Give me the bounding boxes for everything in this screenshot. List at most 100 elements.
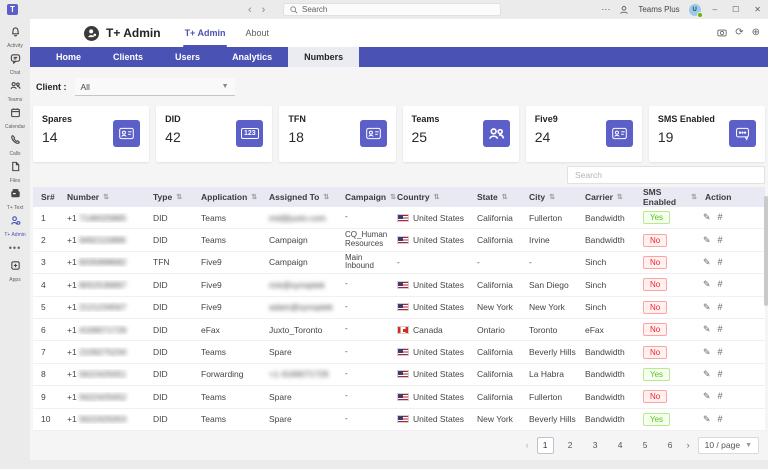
rail-item-t-admin[interactable]: T+ Admin (0, 212, 30, 239)
rail-more-icon[interactable]: ••• (0, 239, 30, 257)
column-header-action[interactable]: Action (697, 192, 735, 202)
nav-tab-home[interactable]: Home (40, 47, 97, 67)
number-settings-icon[interactable]: # (718, 391, 723, 402)
maximize-button[interactable]: ☐ (729, 5, 742, 14)
column-header-application[interactable]: Application ⇅ (193, 192, 261, 202)
rail-item-teams[interactable]: Teams (0, 77, 30, 104)
sms-status-badge: No (643, 323, 667, 336)
sort-icon[interactable]: ⇅ (617, 193, 623, 201)
table-row[interactable]: 5 +1 2121234567 DID Five9 adam@synoptek … (33, 297, 765, 319)
nav-tab-numbers[interactable]: Numbers (288, 47, 359, 67)
minimize-button[interactable]: – (710, 5, 720, 14)
number-settings-icon[interactable]: # (718, 235, 723, 246)
sort-icon[interactable]: ⇅ (502, 193, 508, 201)
edit-icon[interactable]: ✎ (703, 414, 711, 425)
avatar[interactable]: U (689, 4, 701, 16)
app-header: T+ Admin T+ AdminAbout ⟳ ⊕ (30, 19, 768, 47)
edit-icon[interactable]: ✎ (703, 347, 711, 358)
column-header-city[interactable]: City ⇅ (521, 192, 577, 202)
table-row[interactable]: 7 +1 2109275234 DID Teams Spare - United… (33, 341, 765, 363)
idcard-icon (113, 120, 140, 147)
sort-icon[interactable]: ⇅ (251, 193, 257, 201)
page-number-5[interactable]: 5 (637, 437, 654, 454)
rail-item-calls[interactable]: Calls (0, 131, 30, 158)
table-row[interactable]: 8 +1 5622425051 DID Forwarding +1 416907… (33, 364, 765, 386)
column-header-type[interactable]: Type ⇅ (145, 192, 193, 202)
account-icon[interactable] (619, 5, 629, 15)
table-row[interactable]: 1 +1 7146025865 DID Teams md@juxto.com -… (33, 207, 765, 229)
edit-icon[interactable]: ✎ (703, 369, 711, 380)
refresh-icon[interactable]: ⟳ (735, 28, 743, 38)
rail-item-apps[interactable]: Apps (0, 257, 30, 284)
rail-item-calendar[interactable]: Calendar (0, 104, 30, 131)
sort-icon[interactable]: ⇅ (323, 193, 329, 201)
nav-tab-clients[interactable]: Clients (97, 47, 159, 67)
page-number-6[interactable]: 6 (662, 437, 679, 454)
sort-icon[interactable]: ⇅ (434, 193, 440, 201)
rail-item-activity[interactable]: Activity (0, 23, 30, 50)
number-settings-icon[interactable]: # (718, 369, 723, 380)
sort-icon[interactable]: ⇅ (176, 193, 182, 201)
back-icon[interactable]: ‹ (248, 4, 252, 16)
more-options-icon[interactable]: ⋯ (601, 5, 610, 14)
edit-icon[interactable]: ✎ (703, 257, 711, 268)
rail-item-label: Chat (10, 70, 21, 76)
edit-icon[interactable]: ✎ (703, 302, 711, 313)
forward-icon[interactable]: › (262, 4, 266, 16)
table-row[interactable]: 10 +1 5622425053 DID Teams Spare - Unite… (33, 409, 765, 431)
number-settings-icon[interactable]: # (718, 324, 723, 335)
column-header-number[interactable]: Number ⇅ (59, 192, 145, 202)
rail-item-t-text[interactable]: T+ Text (0, 185, 30, 212)
table-search-input[interactable] (567, 166, 765, 184)
table-row[interactable]: 4 +1 8052536897 DID Five9 rick@synoptek … (33, 274, 765, 296)
account-name[interactable]: Teams Plus (638, 5, 679, 14)
number-settings-icon[interactable]: # (718, 347, 723, 358)
column-header-assigned-to[interactable]: Assigned To ⇅ (261, 192, 337, 202)
next-page-icon[interactable]: › (687, 440, 690, 450)
scrollbar-thumb[interactable] (764, 196, 768, 306)
page-number-1[interactable]: 1 (537, 437, 554, 454)
number-settings-icon[interactable]: # (718, 212, 723, 223)
number-settings-icon[interactable]: # (718, 414, 723, 425)
table-header-row: Sr# Number ⇅ Type ⇅ Application ⇅ Assign… (33, 187, 765, 207)
nav-tab-analytics[interactable]: Analytics (216, 47, 288, 67)
nav-tab-users[interactable]: Users (159, 47, 216, 67)
rail-item-label: Files (10, 178, 21, 184)
table-row[interactable]: 9 +1 5622425052 DID Teams Spare - United… (33, 386, 765, 408)
column-header-carrier[interactable]: Carrier ⇅ (577, 192, 635, 202)
global-search-input[interactable]: Search (283, 3, 501, 16)
edit-icon[interactable]: ✎ (703, 212, 711, 223)
country-flag-icon (397, 303, 409, 311)
page-number-4[interactable]: 4 (612, 437, 629, 454)
column-header-sms-enabled[interactable]: SMS Enabled ⇅ (635, 187, 697, 207)
close-button[interactable]: ✕ (751, 5, 764, 14)
rail-item-files[interactable]: Files (0, 158, 30, 185)
edit-icon[interactable]: ✎ (703, 391, 711, 402)
column-header-country[interactable]: Country ⇅ (389, 192, 469, 202)
sort-icon[interactable]: ⇅ (103, 193, 109, 201)
edit-icon[interactable]: ✎ (703, 235, 711, 246)
table-row[interactable]: 2 +1 9492115896 DID Teams Campaign CQ_Hu… (33, 229, 765, 251)
sort-icon[interactable]: ⇅ (549, 193, 555, 201)
column-header-sr-[interactable]: Sr# (33, 192, 59, 202)
app-tab-t-admin[interactable]: T+ Admin (175, 19, 236, 47)
edit-icon[interactable]: ✎ (703, 324, 711, 335)
table-row[interactable]: 3 +1 8335898682 TFN Five9 Campaign Main … (33, 252, 765, 274)
chevron-down-icon: ▼ (745, 442, 752, 449)
page-number-3[interactable]: 3 (587, 437, 604, 454)
globe-icon[interactable]: ⊕ (752, 28, 760, 38)
table-row[interactable]: 6 +1 4169071729 DID eFax Juxto_Toronto -… (33, 319, 765, 341)
edit-icon[interactable]: ✎ (703, 279, 711, 290)
number-settings-icon[interactable]: # (718, 279, 723, 290)
client-filter-select[interactable]: All ▼ (75, 78, 235, 96)
page-size-select[interactable]: 10 / page ▼ (698, 437, 759, 454)
number-settings-icon[interactable]: # (718, 302, 723, 313)
column-header-state[interactable]: State ⇅ (469, 192, 521, 202)
page-number-2[interactable]: 2 (562, 437, 579, 454)
prev-page-icon[interactable]: ‹ (526, 440, 529, 450)
app-tab-about[interactable]: About (235, 19, 279, 47)
column-header-campaign[interactable]: Campaign ⇅ (337, 192, 389, 202)
camera-icon[interactable] (717, 28, 727, 38)
number-settings-icon[interactable]: # (718, 257, 723, 268)
rail-item-chat[interactable]: Chat (0, 50, 30, 77)
